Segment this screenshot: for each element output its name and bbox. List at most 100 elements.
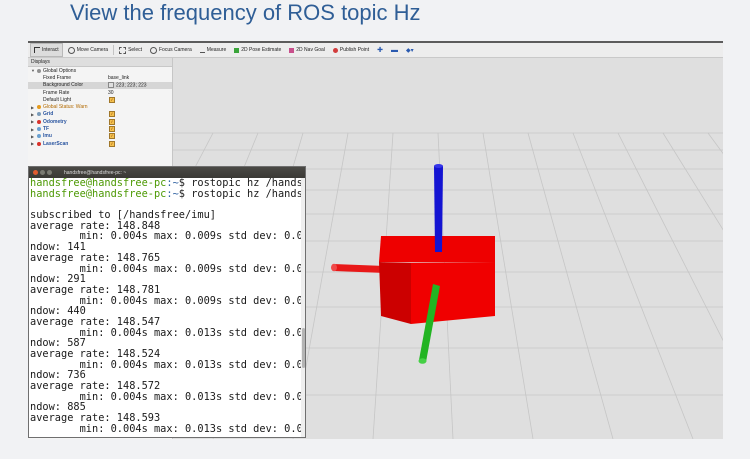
gear-icon: [37, 68, 41, 73]
publish-point-label: Publish Point: [339, 47, 370, 53]
pose-estimate-label: 2D Pose Estimate: [241, 47, 282, 53]
odometry-icon: [37, 119, 41, 124]
display-item-grid[interactable]: ▶ Grid ✓: [28, 111, 172, 118]
pose-estimate-button[interactable]: 2D Pose Estimate: [231, 44, 284, 56]
expand-arrow-icon[interactable]: ▶: [31, 112, 34, 117]
default-light-row[interactable]: Default Light ✓: [28, 96, 172, 103]
focus-icon: [150, 46, 157, 54]
display-item-label: Grid: [43, 111, 54, 118]
box-front: [411, 263, 495, 324]
default-light-checkbox[interactable]: ✓: [109, 96, 115, 103]
display-item-checkbox[interactable]: ✓: [109, 126, 115, 133]
global-options-label: Global Options: [43, 67, 77, 74]
select-icon: [119, 46, 127, 54]
default-light-label: Default Light: [43, 96, 72, 103]
scrollbar-thumb[interactable]: [301, 328, 305, 368]
interact-label: Interact: [42, 47, 59, 53]
expand-arrow-icon[interactable]: ▶: [31, 134, 34, 139]
publish-point-button[interactable]: Publish Point: [330, 44, 372, 56]
add-tool-button[interactable]: ✚: [374, 44, 386, 56]
background-color-label: Background Color: [43, 82, 84, 89]
display-item-odometry[interactable]: ▶ Odometry ✓: [28, 118, 172, 125]
measure-button[interactable]: Measure: [197, 44, 229, 56]
global-options-row[interactable]: ▼ Global Options: [28, 67, 172, 74]
frame-rate-label: Frame Rate: [43, 89, 70, 96]
fixed-frame-row[interactable]: Fixed Frame base_link: [28, 74, 172, 81]
laser-icon: [37, 141, 41, 146]
terminal-window[interactable]: handsfree@handsfree-pc: ~ handsfree@hand…: [28, 166, 306, 438]
prompt-user: handsfree@handsfree-pc: [30, 187, 167, 200]
move-camera-button[interactable]: Move Camera: [65, 44, 111, 56]
background-color-text: 223; 223; 223: [116, 82, 147, 89]
fixed-frame-label: Fixed Frame: [43, 74, 72, 81]
select-label: Select: [128, 47, 142, 53]
cursor-icon: [34, 47, 40, 53]
pin-icon: [332, 47, 338, 53]
display-item-checkbox[interactable]: ✓: [109, 118, 115, 125]
green-arrow-icon: [234, 47, 240, 53]
move-camera-label: Move Camera: [76, 47, 109, 53]
display-item-laserscan[interactable]: ▶ LaserScan ✓: [28, 140, 172, 147]
rviz-toolbar: Interact Move Camera Select Focus Camera…: [28, 43, 723, 58]
display-item-tf[interactable]: ▶ TF ✓: [28, 125, 172, 133]
close-button[interactable]: [33, 170, 38, 175]
global-status-row[interactable]: ▶ Global Status: Warn: [28, 103, 172, 110]
frame-rate-row[interactable]: Frame Rate 30: [28, 89, 172, 96]
display-item-label: Imu: [43, 133, 52, 140]
display-item-checkbox[interactable]: ✓: [109, 140, 115, 147]
display-item-label: Odometry: [43, 118, 67, 125]
pink-arrow-icon: [289, 47, 295, 53]
prompt-path: :~: [166, 187, 179, 200]
z-axis-tip: [434, 164, 443, 168]
robot-model[interactable]: [331, 164, 495, 364]
ruler-icon: [199, 47, 205, 53]
page-title: View the frequency of ROS topic Hz: [70, 0, 421, 25]
color-swatch: [108, 82, 114, 89]
prompt-command: $ rostopic hz /handsfree/imu: [178, 187, 304, 200]
expand-arrow-icon[interactable]: ▶: [31, 127, 34, 132]
display-item-checkbox[interactable]: ✓: [109, 111, 115, 118]
measure-label: Measure: [206, 47, 227, 53]
terminal-scrollbar[interactable]: [301, 178, 305, 437]
z-axis-arrow: [434, 166, 443, 252]
nav-goal-button[interactable]: 2D Nav Goal: [286, 44, 328, 56]
x-axis-tip: [331, 263, 337, 272]
minimize-button[interactable]: [40, 170, 45, 175]
displays-tree: ▼ Global Options Fixed Frame base_link B…: [28, 67, 172, 147]
focus-camera-button[interactable]: Focus Camera: [147, 44, 195, 56]
terminal-prompt-line: handsfree@handsfree-pc:~$ rostopic hz /h…: [30, 187, 304, 200]
imu-icon: [37, 134, 41, 139]
tool-menu-button[interactable]: ◆▾: [403, 44, 417, 56]
terminal-output[interactable]: handsfree@handsfree-pc:~$ rostopic hz /h…: [30, 178, 304, 437]
display-item-imu[interactable]: ▶ Imu ✓: [28, 133, 172, 140]
box-left: [379, 262, 411, 324]
move-icon: [67, 46, 75, 54]
interact-tool-button[interactable]: Interact: [30, 43, 63, 57]
frame-rate-value[interactable]: 30: [108, 90, 114, 96]
toolbar-divider: [113, 45, 115, 55]
warning-icon: [37, 105, 41, 110]
terminal-titlebar: handsfree@handsfree-pc: ~: [29, 167, 305, 178]
terminal-line: min: 0.004s max: 0.013s std dev: 0.00084…: [79, 422, 304, 435]
maximize-button[interactable]: [47, 170, 52, 175]
displays-title: Displays: [31, 59, 50, 65]
tf-icon: [37, 127, 41, 132]
display-item-label: TF: [43, 126, 50, 133]
background-color-row[interactable]: Background Color 223; 223; 223: [28, 81, 172, 89]
terminal-title: handsfree@handsfree-pc: ~: [64, 169, 127, 176]
expand-arrow-icon[interactable]: ▶: [31, 119, 34, 124]
grid-icon: [37, 112, 41, 117]
terminal-line: average rate: 148.781: [30, 283, 161, 296]
fixed-frame-value[interactable]: base_link: [108, 75, 129, 81]
global-status-label: Global Status: Warn: [43, 104, 88, 111]
expand-arrow-icon[interactable]: ▼: [31, 68, 35, 73]
y-axis-tip: [418, 358, 427, 364]
expand-arrow-icon[interactable]: ▶: [31, 105, 34, 110]
remove-tool-button[interactable]: ▬: [388, 44, 401, 56]
background-color-value[interactable]: 223; 223; 223: [108, 82, 147, 88]
display-item-checkbox[interactable]: ✓: [109, 133, 115, 140]
terminal-line: average rate: 148.765: [30, 251, 161, 264]
focus-camera-label: Focus Camera: [159, 47, 192, 53]
select-button[interactable]: Select: [116, 44, 145, 56]
expand-arrow-icon[interactable]: ▶: [31, 141, 34, 146]
